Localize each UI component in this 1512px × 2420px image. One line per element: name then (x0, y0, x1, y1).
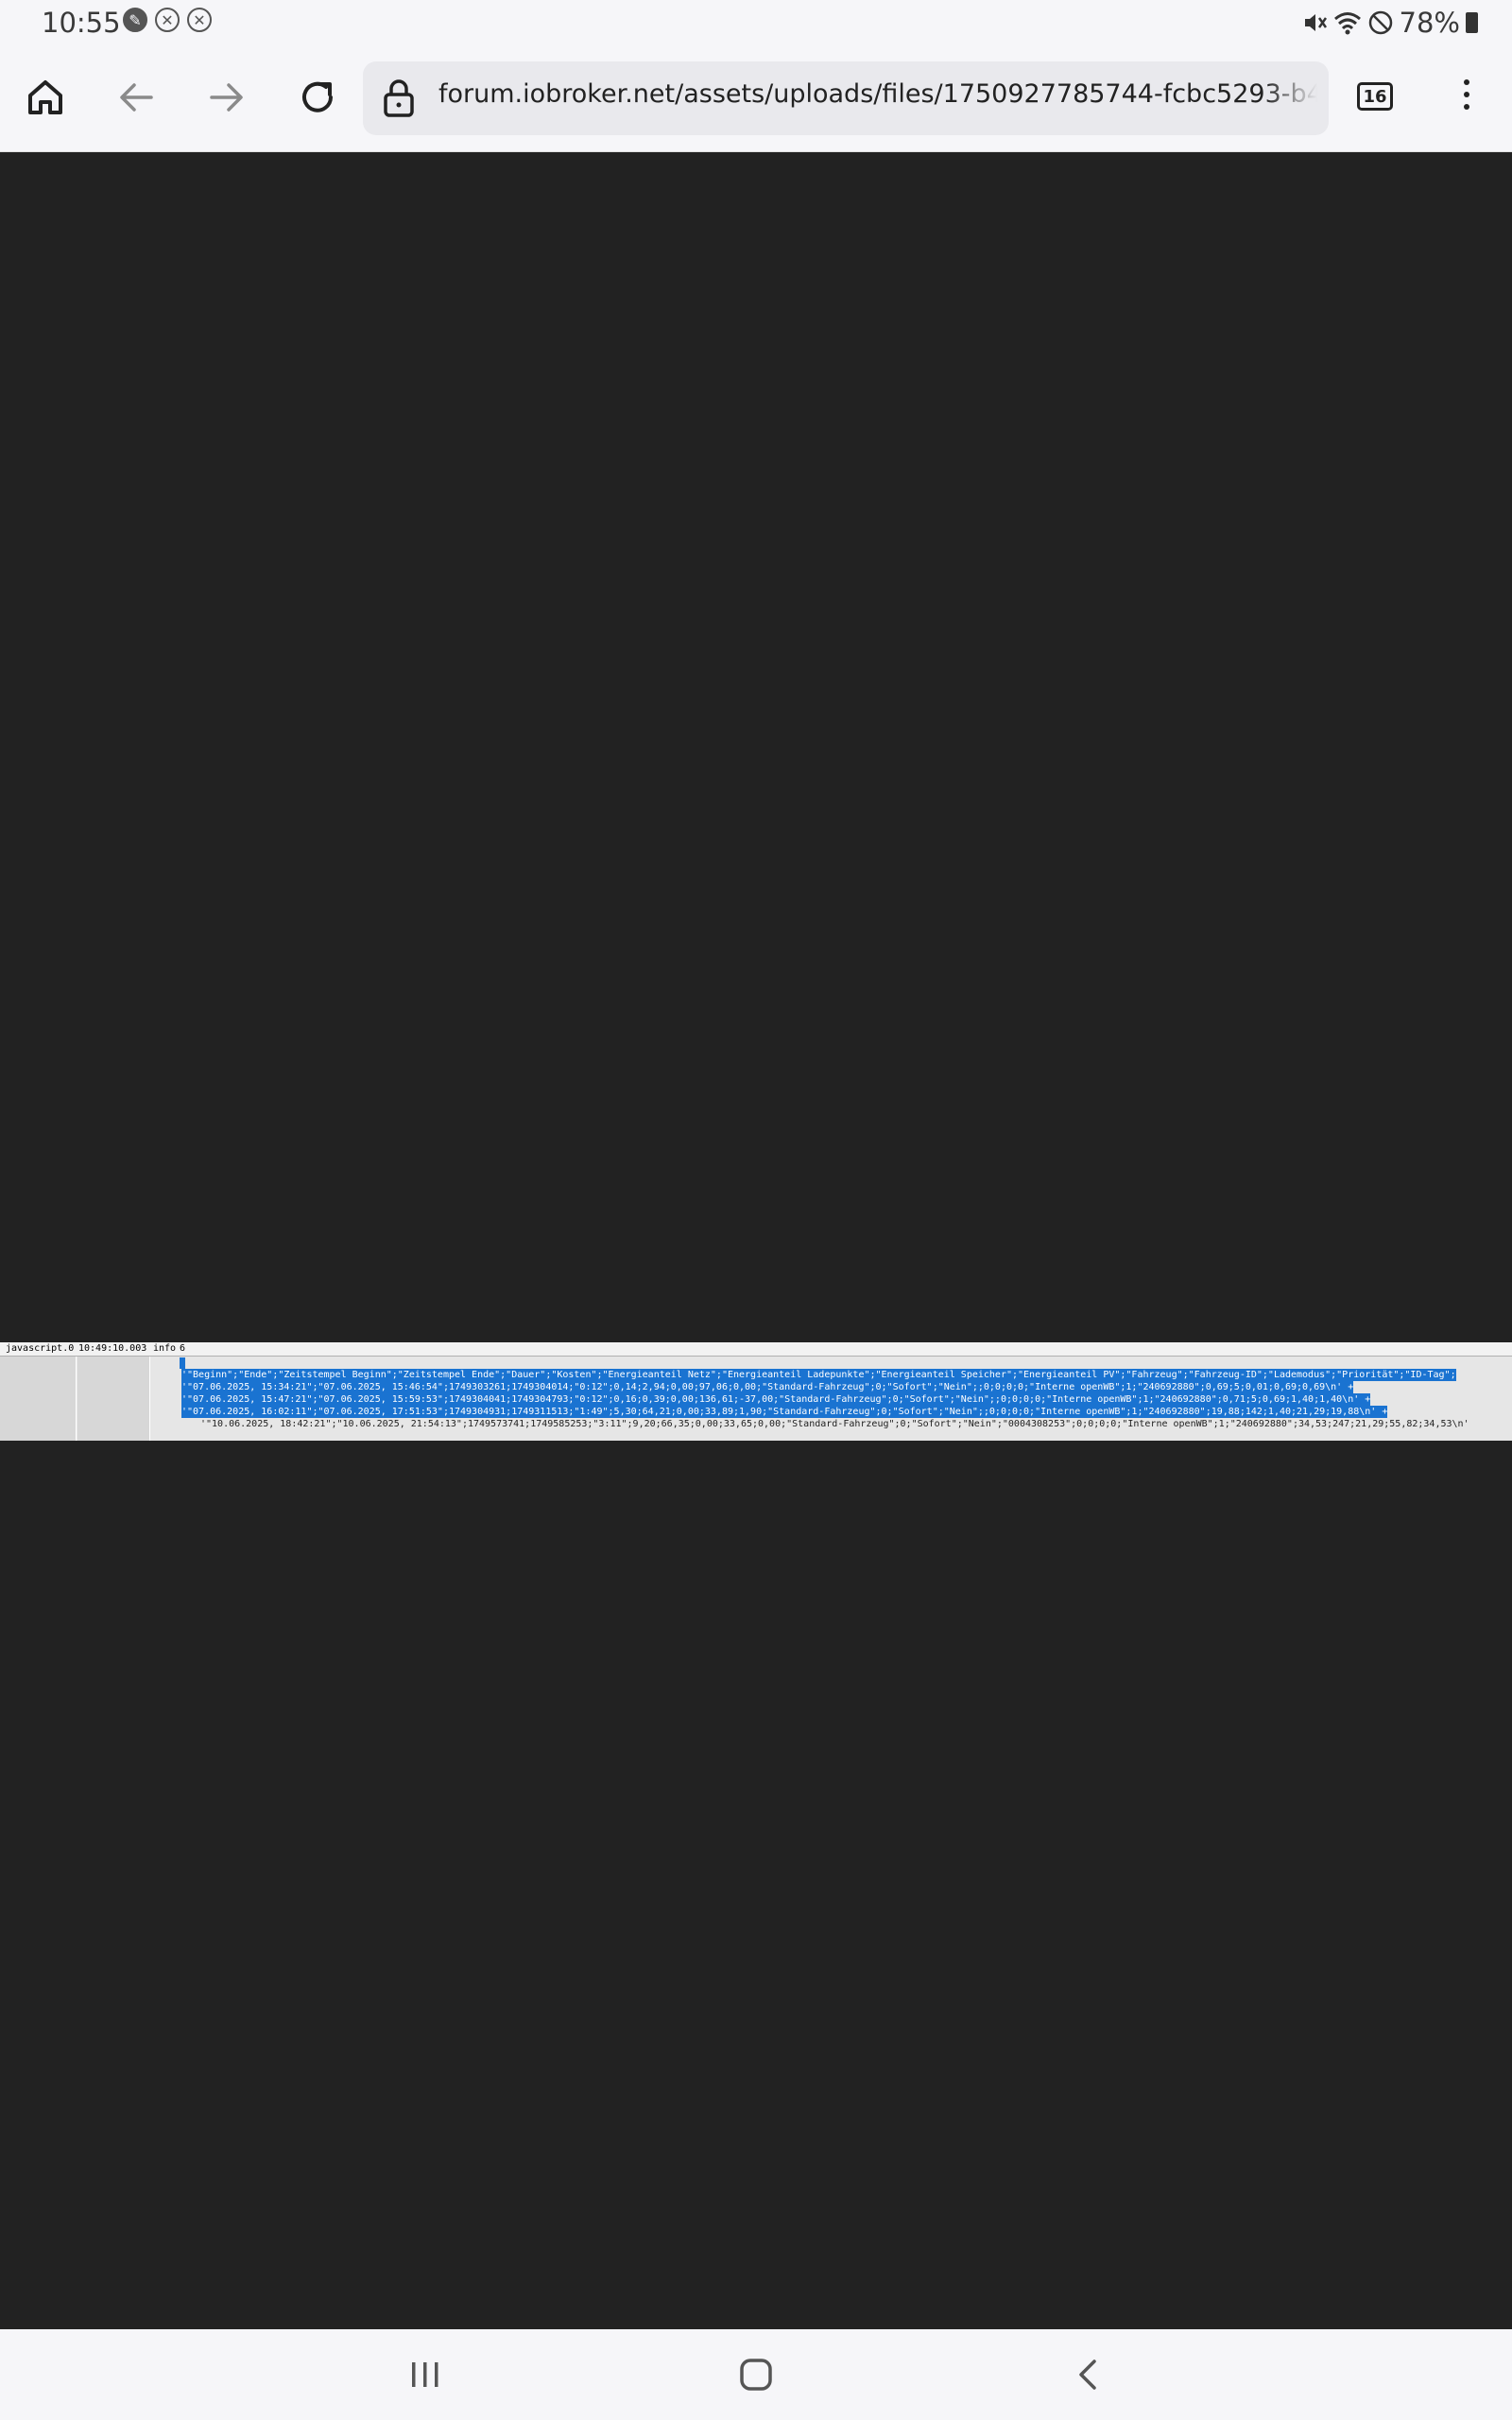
forward-button[interactable] (200, 71, 253, 124)
log-line: '"07.06.2025, 15:47:21";"07.06.2025, 15:… (181, 1393, 1371, 1406)
system-navigation-bar (0, 2329, 1512, 2420)
reload-icon (302, 81, 333, 112)
back-button[interactable] (110, 71, 163, 124)
selection-start-marker (180, 1357, 185, 1369)
status-time: 10:55 (42, 7, 121, 39)
lock-icon (384, 79, 414, 117)
notification-icons: ✎ ✕ ✕ (123, 8, 212, 32)
log-column-source (0, 1357, 77, 1441)
home-nav-button[interactable] (728, 2352, 784, 2397)
battery-icon (1466, 12, 1478, 33)
log-extra: 6 (180, 1343, 186, 1354)
log-screenshot-image[interactable]: javascript.0 10:49:10.003 info 6 '"Begin… (0, 1342, 1512, 1441)
log-header-row: javascript.0 10:49:10.003 info 6 (0, 1342, 1512, 1357)
do-not-disturb-icon (1368, 10, 1392, 35)
battery-percent: 78% (1399, 7, 1460, 39)
home-button[interactable] (19, 71, 72, 124)
reload-button[interactable] (291, 71, 344, 124)
menu-dot-icon (1464, 79, 1469, 85)
menu-dot-icon (1464, 92, 1469, 97)
x-app-icon: ✕ (155, 8, 180, 32)
home-circle-icon (740, 2359, 772, 2391)
wifi-icon (1333, 12, 1361, 35)
system-icons: 78% (1301, 7, 1478, 39)
log-message-body: '"Beginn";"Ende";"Zeitstempel Beginn";"Z… (151, 1357, 1512, 1441)
mute-icon (1304, 14, 1327, 31)
recent-apps-icon (412, 2362, 438, 2387)
arrow-right-icon (210, 83, 243, 112)
tab-switcher-button[interactable]: 16 (1357, 82, 1393, 111)
url-text[interactable]: forum.iobroker.net/assets/uploads/files/… (438, 79, 1317, 109)
home-icon (28, 80, 62, 114)
overflow-menu-button[interactable] (1450, 76, 1484, 123)
log-source: javascript.0 (6, 1343, 75, 1354)
back-nav-button[interactable] (1060, 2352, 1117, 2397)
image-viewer: javascript.0 10:49:10.003 info 6 '"Begin… (0, 152, 1512, 2329)
arrow-left-icon (120, 83, 153, 112)
log-line: '"Beginn";"Ende";"Zeitstempel Beginn";"Z… (181, 1369, 1456, 1381)
log-level: info (153, 1343, 177, 1354)
notification-app-icon: ✎ (123, 8, 147, 32)
log-line: '"10.06.2025, 18:42:21";"10.06.2025, 21:… (200, 1419, 1469, 1429)
x-app-icon-2: ✕ (187, 8, 212, 32)
browser-toolbar: forum.iobroker.net/assets/uploads/files/… (0, 47, 1512, 152)
address-bar[interactable]: forum.iobroker.net/assets/uploads/files/… (363, 61, 1329, 135)
log-line: '"07.06.2025, 15:34:21";"07.06.2025, 15:… (181, 1381, 1354, 1393)
menu-dot-icon (1464, 104, 1469, 110)
log-line: '"07.06.2025, 16:02:11";"07.06.2025, 17:… (181, 1406, 1388, 1418)
chevron-left-icon (1079, 2360, 1096, 2390)
log-time: 10:49:10.003 (78, 1343, 147, 1354)
status-bar: 10:55 ✎ ✕ ✕ 78% (0, 0, 1512, 47)
recent-apps-button[interactable] (397, 2352, 454, 2397)
log-column-time (77, 1357, 150, 1441)
